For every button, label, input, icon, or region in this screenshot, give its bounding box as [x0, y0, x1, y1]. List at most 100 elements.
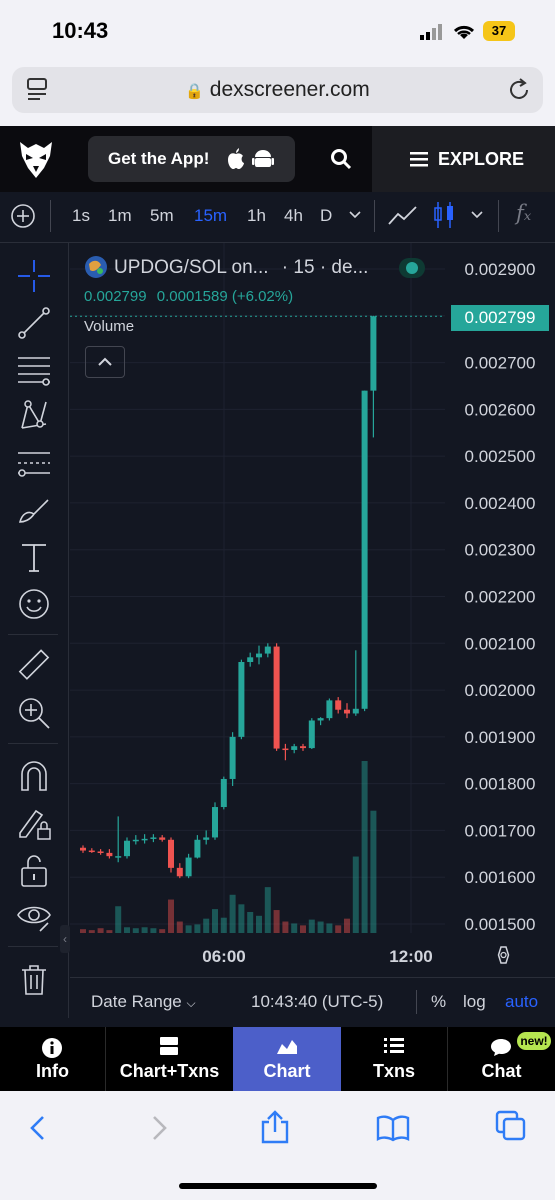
pair-name: UPDOG/SOL on...: [114, 257, 269, 278]
timeframe-4h[interactable]: 4h: [284, 206, 303, 226]
candle: [185, 853, 192, 879]
line-chart-icon[interactable]: [387, 202, 419, 228]
volume-bar: [194, 924, 201, 933]
auto-scale-toggle[interactable]: auto: [505, 992, 538, 1012]
candle: [344, 703, 350, 719]
trash-icon[interactable]: [16, 962, 52, 998]
home-indicator: [179, 1183, 377, 1189]
android-icon: [252, 150, 274, 167]
volume-bar: [344, 918, 350, 933]
price-chart[interactable]: 0.0029000.0028000.0027000.0026000.002500…: [70, 243, 555, 977]
collapse-legend-button[interactable]: [85, 346, 125, 378]
chevron-up-icon: [98, 357, 112, 366]
lock-drawing-icon[interactable]: [16, 805, 52, 841]
unlock-icon[interactable]: [16, 852, 52, 888]
nav-chart-txns[interactable]: Chart+Txns: [106, 1027, 233, 1091]
back-icon[interactable]: [27, 1114, 49, 1142]
pair-interval: · 15 · de...: [281, 257, 369, 278]
apple-icon: [228, 148, 244, 169]
volume-bar: [326, 923, 333, 933]
text-tool-icon[interactable]: [16, 539, 52, 575]
volume-bar: [273, 910, 280, 933]
chart-settings-icon[interactable]: [497, 946, 510, 964]
volume-bar: [335, 925, 342, 933]
volume-bar: [370, 810, 377, 933]
candle: [317, 717, 324, 726]
timeframe-5m[interactable]: 5m: [150, 206, 174, 226]
add-indicator-icon[interactable]: [10, 203, 36, 229]
candle: [203, 830, 210, 845]
split-layout-icon: [160, 1037, 178, 1055]
candle: [256, 645, 262, 665]
live-status-indicator: [399, 258, 425, 278]
price-tick-label: 0.002700: [465, 354, 536, 373]
volume-bar: [229, 894, 236, 933]
candlestick-icon[interactable]: [432, 200, 456, 230]
volume-bar: [264, 887, 271, 933]
wifi-icon: [453, 25, 475, 39]
reload-icon[interactable]: [507, 77, 533, 103]
candle: [176, 863, 183, 879]
price-tick-label: 0.002500: [465, 447, 536, 466]
dexscreener-logo[interactable]: [16, 138, 56, 180]
nav-info[interactable]: Info: [0, 1027, 105, 1091]
forecast-icon[interactable]: [16, 445, 52, 481]
volume-bar: [220, 917, 227, 933]
nav-chart[interactable]: Chart: [233, 1027, 341, 1091]
candle: [80, 845, 86, 853]
timeframe-1m[interactable]: 1m: [108, 206, 132, 226]
battery-indicator: 37: [483, 21, 515, 41]
candle: [141, 834, 148, 844]
timeframe-1s[interactable]: 1s: [72, 206, 90, 226]
collapse-toolbar-handle[interactable]: ‹: [60, 925, 70, 953]
pattern-icon[interactable]: [16, 398, 52, 434]
chevron-down-icon[interactable]: [470, 210, 484, 220]
trend-line-icon[interactable]: [16, 305, 52, 341]
nav-chart-label: Chart: [263, 1061, 311, 1081]
nav-info-label: Info: [36, 1061, 69, 1081]
crosshair-icon[interactable]: [16, 258, 52, 294]
volume-bar: [80, 929, 86, 933]
price-tick-label: 0.002400: [465, 494, 536, 513]
volume-bar: [300, 925, 306, 933]
timeframe-15m[interactable]: 15m: [194, 206, 227, 226]
nav-txns-label: Txns: [372, 1061, 415, 1081]
nav-txns[interactable]: Txns: [341, 1027, 447, 1091]
candle: [335, 697, 342, 714]
forward-icon[interactable]: [148, 1114, 170, 1142]
zoom-in-icon[interactable]: [16, 695, 52, 731]
ruler-icon[interactable]: [16, 648, 52, 684]
candle: [291, 743, 298, 754]
timeframe-1h[interactable]: 1h: [247, 206, 266, 226]
fib-retracement-icon[interactable]: [16, 352, 52, 388]
percent-toggle[interactable]: %: [431, 992, 446, 1012]
candle: [370, 315, 377, 438]
search-icon[interactable]: [330, 148, 352, 170]
time-axis: 06:00 12:00: [202, 947, 432, 966]
price-tick-label: 0.001500: [465, 915, 536, 934]
price-tick-label: 0.002000: [465, 681, 536, 700]
chevron-down-icon[interactable]: [348, 210, 362, 220]
price-tick-label: 0.001800: [465, 775, 536, 794]
volume-bar: [115, 906, 122, 933]
chat-bubble-icon: [491, 1039, 511, 1056]
date-range-selector[interactable]: Date Range ⌵: [91, 992, 196, 1012]
current-price-tag: 0.002799: [451, 305, 549, 331]
candle: [168, 837, 174, 873]
get-app-label: Get the App!: [108, 149, 210, 168]
new-badge: new!: [517, 1032, 551, 1050]
tabs-icon[interactable]: [495, 1110, 527, 1142]
magnet-icon[interactable]: [16, 758, 52, 794]
brush-icon[interactable]: [16, 492, 52, 528]
candle: [300, 743, 306, 751]
volume-bar: [150, 928, 157, 933]
timeframe-d[interactable]: D: [320, 206, 332, 226]
log-toggle[interactable]: log: [463, 992, 486, 1012]
volume-bar: [168, 899, 174, 933]
visibility-icon[interactable]: [16, 899, 52, 935]
volume-bar: [132, 928, 139, 933]
indicators-fx-icon[interactable]: 𝑓ₓ: [516, 201, 531, 225]
emoji-icon[interactable]: [16, 586, 52, 622]
share-icon[interactable]: [260, 1110, 290, 1144]
bookmarks-icon[interactable]: [376, 1114, 410, 1142]
